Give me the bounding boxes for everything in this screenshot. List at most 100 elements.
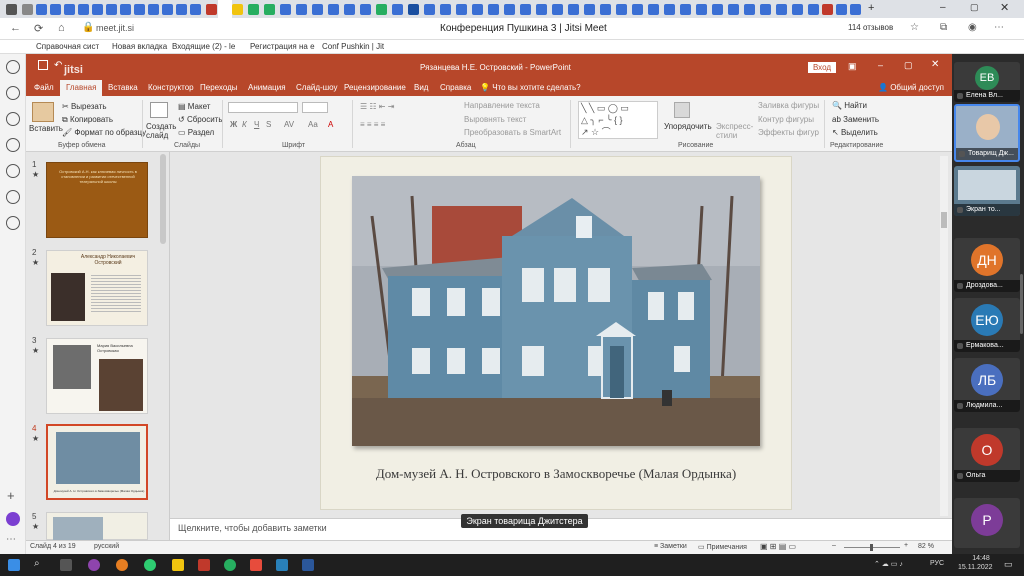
browser-icon[interactable] bbox=[276, 559, 288, 571]
chrome-icon[interactable] bbox=[224, 559, 236, 571]
close-icon[interactable]: ✕ bbox=[1000, 1, 1009, 14]
task-view-icon[interactable] bbox=[60, 559, 72, 571]
participant-tile[interactable]: ЕЮ Ермакова... bbox=[954, 298, 1020, 352]
tab-icon[interactable] bbox=[134, 4, 145, 15]
tab-icon[interactable] bbox=[728, 4, 739, 15]
url-text[interactable]: meet.jit.si bbox=[96, 23, 134, 33]
office-icon[interactable] bbox=[6, 164, 20, 178]
view-buttons[interactable]: ▣ ⊞ ▤ ▭ bbox=[760, 542, 796, 551]
find-button[interactable]: 🔍 Найти bbox=[832, 101, 867, 110]
tab-icon[interactable] bbox=[22, 4, 33, 15]
house-museum-photo[interactable] bbox=[352, 176, 760, 446]
new-slide-icon[interactable] bbox=[150, 102, 168, 118]
tab-icon[interactable] bbox=[162, 4, 173, 15]
tab-icon[interactable] bbox=[232, 4, 243, 15]
tab-icon[interactable] bbox=[822, 4, 833, 15]
shopping-icon[interactable] bbox=[6, 86, 20, 100]
collections-icon[interactable]: ⧉ bbox=[940, 22, 947, 33]
tab-icon[interactable] bbox=[568, 4, 579, 15]
bookmark-icon[interactable]: ☆ bbox=[910, 22, 919, 33]
home-icon[interactable]: ⌂ bbox=[58, 22, 65, 34]
tab-icon[interactable] bbox=[120, 4, 131, 15]
text-direction-button[interactable]: Направление текста bbox=[464, 101, 540, 110]
settings-icon[interactable]: ⋯ bbox=[6, 534, 16, 545]
zoom-slider[interactable] bbox=[844, 544, 900, 551]
tab-icon[interactable] bbox=[328, 4, 339, 15]
tab-icon[interactable] bbox=[36, 4, 47, 15]
participant-tile[interactable]: Р bbox=[954, 498, 1020, 548]
tab-icon[interactable] bbox=[504, 4, 515, 15]
tab-help[interactable]: Справка bbox=[440, 83, 471, 92]
firefox-icon[interactable] bbox=[116, 559, 128, 571]
tab-transitions[interactable]: Переходы bbox=[200, 83, 238, 92]
select-button[interactable]: ↖ Выделить bbox=[832, 128, 878, 137]
tab-review[interactable]: Рецензирование bbox=[344, 83, 406, 92]
quick-styles-button[interactable]: Экспресс-стили bbox=[716, 122, 753, 140]
maximize-icon[interactable]: ▢ bbox=[904, 60, 913, 71]
tab-home[interactable]: Главная bbox=[60, 80, 103, 96]
tab-view[interactable]: Вид bbox=[414, 83, 428, 92]
tab-icon[interactable] bbox=[264, 4, 275, 15]
save-icon[interactable] bbox=[38, 60, 48, 70]
tab-icon[interactable] bbox=[376, 4, 387, 15]
tab-icon[interactable] bbox=[488, 4, 499, 15]
zoom-in-icon[interactable]: + bbox=[904, 542, 908, 549]
share-button[interactable]: 👤 Общий доступ bbox=[878, 83, 944, 92]
ribbon-options-icon[interactable]: ▣ bbox=[848, 61, 857, 72]
italic-icon[interactable]: К bbox=[242, 120, 247, 129]
smartart-button[interactable]: Преобразовать в SmartArt bbox=[464, 128, 561, 137]
font-name-input[interactable] bbox=[228, 102, 298, 113]
slide-thumbnail-5[interactable] bbox=[46, 512, 148, 541]
format-painter-button[interactable]: 🖌 Формат по образцу bbox=[62, 128, 146, 137]
slide-thumbnail-2[interactable]: Александр Николаевич Островский bbox=[46, 250, 148, 326]
tab-design[interactable]: Конструктор bbox=[148, 83, 194, 92]
notification-icon[interactable]: ▭ bbox=[1004, 559, 1013, 570]
reset-button[interactable]: ↺ Сбросить bbox=[178, 115, 223, 124]
slide-caption[interactable]: Дом-музей А. Н. Островского в Замоскворе… bbox=[322, 466, 790, 482]
tab-icon[interactable] bbox=[248, 4, 259, 15]
tab-icon[interactable] bbox=[760, 4, 771, 15]
case-icon[interactable]: Aa bbox=[308, 120, 318, 129]
login-button[interactable]: Вход bbox=[808, 62, 836, 73]
tab-icon[interactable] bbox=[440, 4, 451, 15]
bookmark-item[interactable]: Входящие (2) - le bbox=[172, 42, 235, 51]
shapes-gallery[interactable]: ╲ ╲ ▭ ◯ ▭ △ ╮ ⌐ ╰ { } ↗ ☆ ⌒ bbox=[578, 101, 658, 139]
tab-slideshow[interactable]: Слайд-шоу bbox=[296, 83, 337, 92]
tab-insert[interactable]: Вставка bbox=[108, 83, 138, 92]
tell-me-box[interactable]: 💡 Что вы хотите сделать? bbox=[480, 83, 581, 92]
add-icon[interactable]: + bbox=[7, 488, 15, 503]
close-icon[interactable]: ✕ bbox=[931, 59, 939, 70]
underline-icon[interactable]: Ч bbox=[254, 120, 259, 129]
slide-thumbnail-1[interactable]: Островский А.Н. как ключевая личность в … bbox=[46, 162, 148, 238]
tab-icon[interactable] bbox=[424, 4, 435, 15]
replace-button[interactable]: ab Заменить bbox=[832, 115, 879, 124]
tab-icon[interactable] bbox=[808, 4, 819, 15]
bookmark-item[interactable]: Conf Pushkin | Jit bbox=[322, 42, 384, 51]
font-color-icon[interactable]: A bbox=[328, 120, 333, 129]
tab-icon[interactable] bbox=[50, 4, 61, 15]
participant-tile[interactable]: ЛБ Людмила... bbox=[954, 358, 1020, 412]
tab-icon[interactable] bbox=[712, 4, 723, 15]
games-icon[interactable] bbox=[6, 138, 20, 152]
back-icon[interactable]: ← bbox=[10, 22, 21, 34]
undo-icon[interactable]: ↶ bbox=[54, 60, 62, 71]
zoom-thumb[interactable] bbox=[870, 544, 873, 551]
shadow-icon[interactable]: S bbox=[266, 120, 271, 129]
search-icon[interactable]: ⌕ bbox=[34, 558, 40, 569]
outlook-icon[interactable] bbox=[6, 190, 20, 204]
tab-icon[interactable] bbox=[280, 4, 291, 15]
tab-icon[interactable] bbox=[520, 4, 531, 15]
vertical-scrollbar[interactable] bbox=[940, 156, 948, 516]
tab-icon[interactable] bbox=[616, 4, 627, 15]
paste-button[interactable]: Вставить bbox=[29, 124, 63, 133]
tab-icon[interactable] bbox=[792, 4, 803, 15]
send-icon[interactable] bbox=[6, 216, 20, 230]
explorer-icon[interactable] bbox=[172, 559, 184, 571]
clock-time[interactable]: 14:48 bbox=[966, 555, 996, 562]
tools-icon[interactable] bbox=[6, 112, 20, 126]
tab-icon[interactable] bbox=[648, 4, 659, 15]
participant-tile[interactable]: ДН Дроздова... bbox=[954, 238, 1020, 292]
word-icon[interactable] bbox=[302, 559, 314, 571]
tab-file[interactable]: Файл bbox=[34, 83, 54, 92]
arrange-button[interactable]: Упорядочить bbox=[664, 122, 712, 131]
